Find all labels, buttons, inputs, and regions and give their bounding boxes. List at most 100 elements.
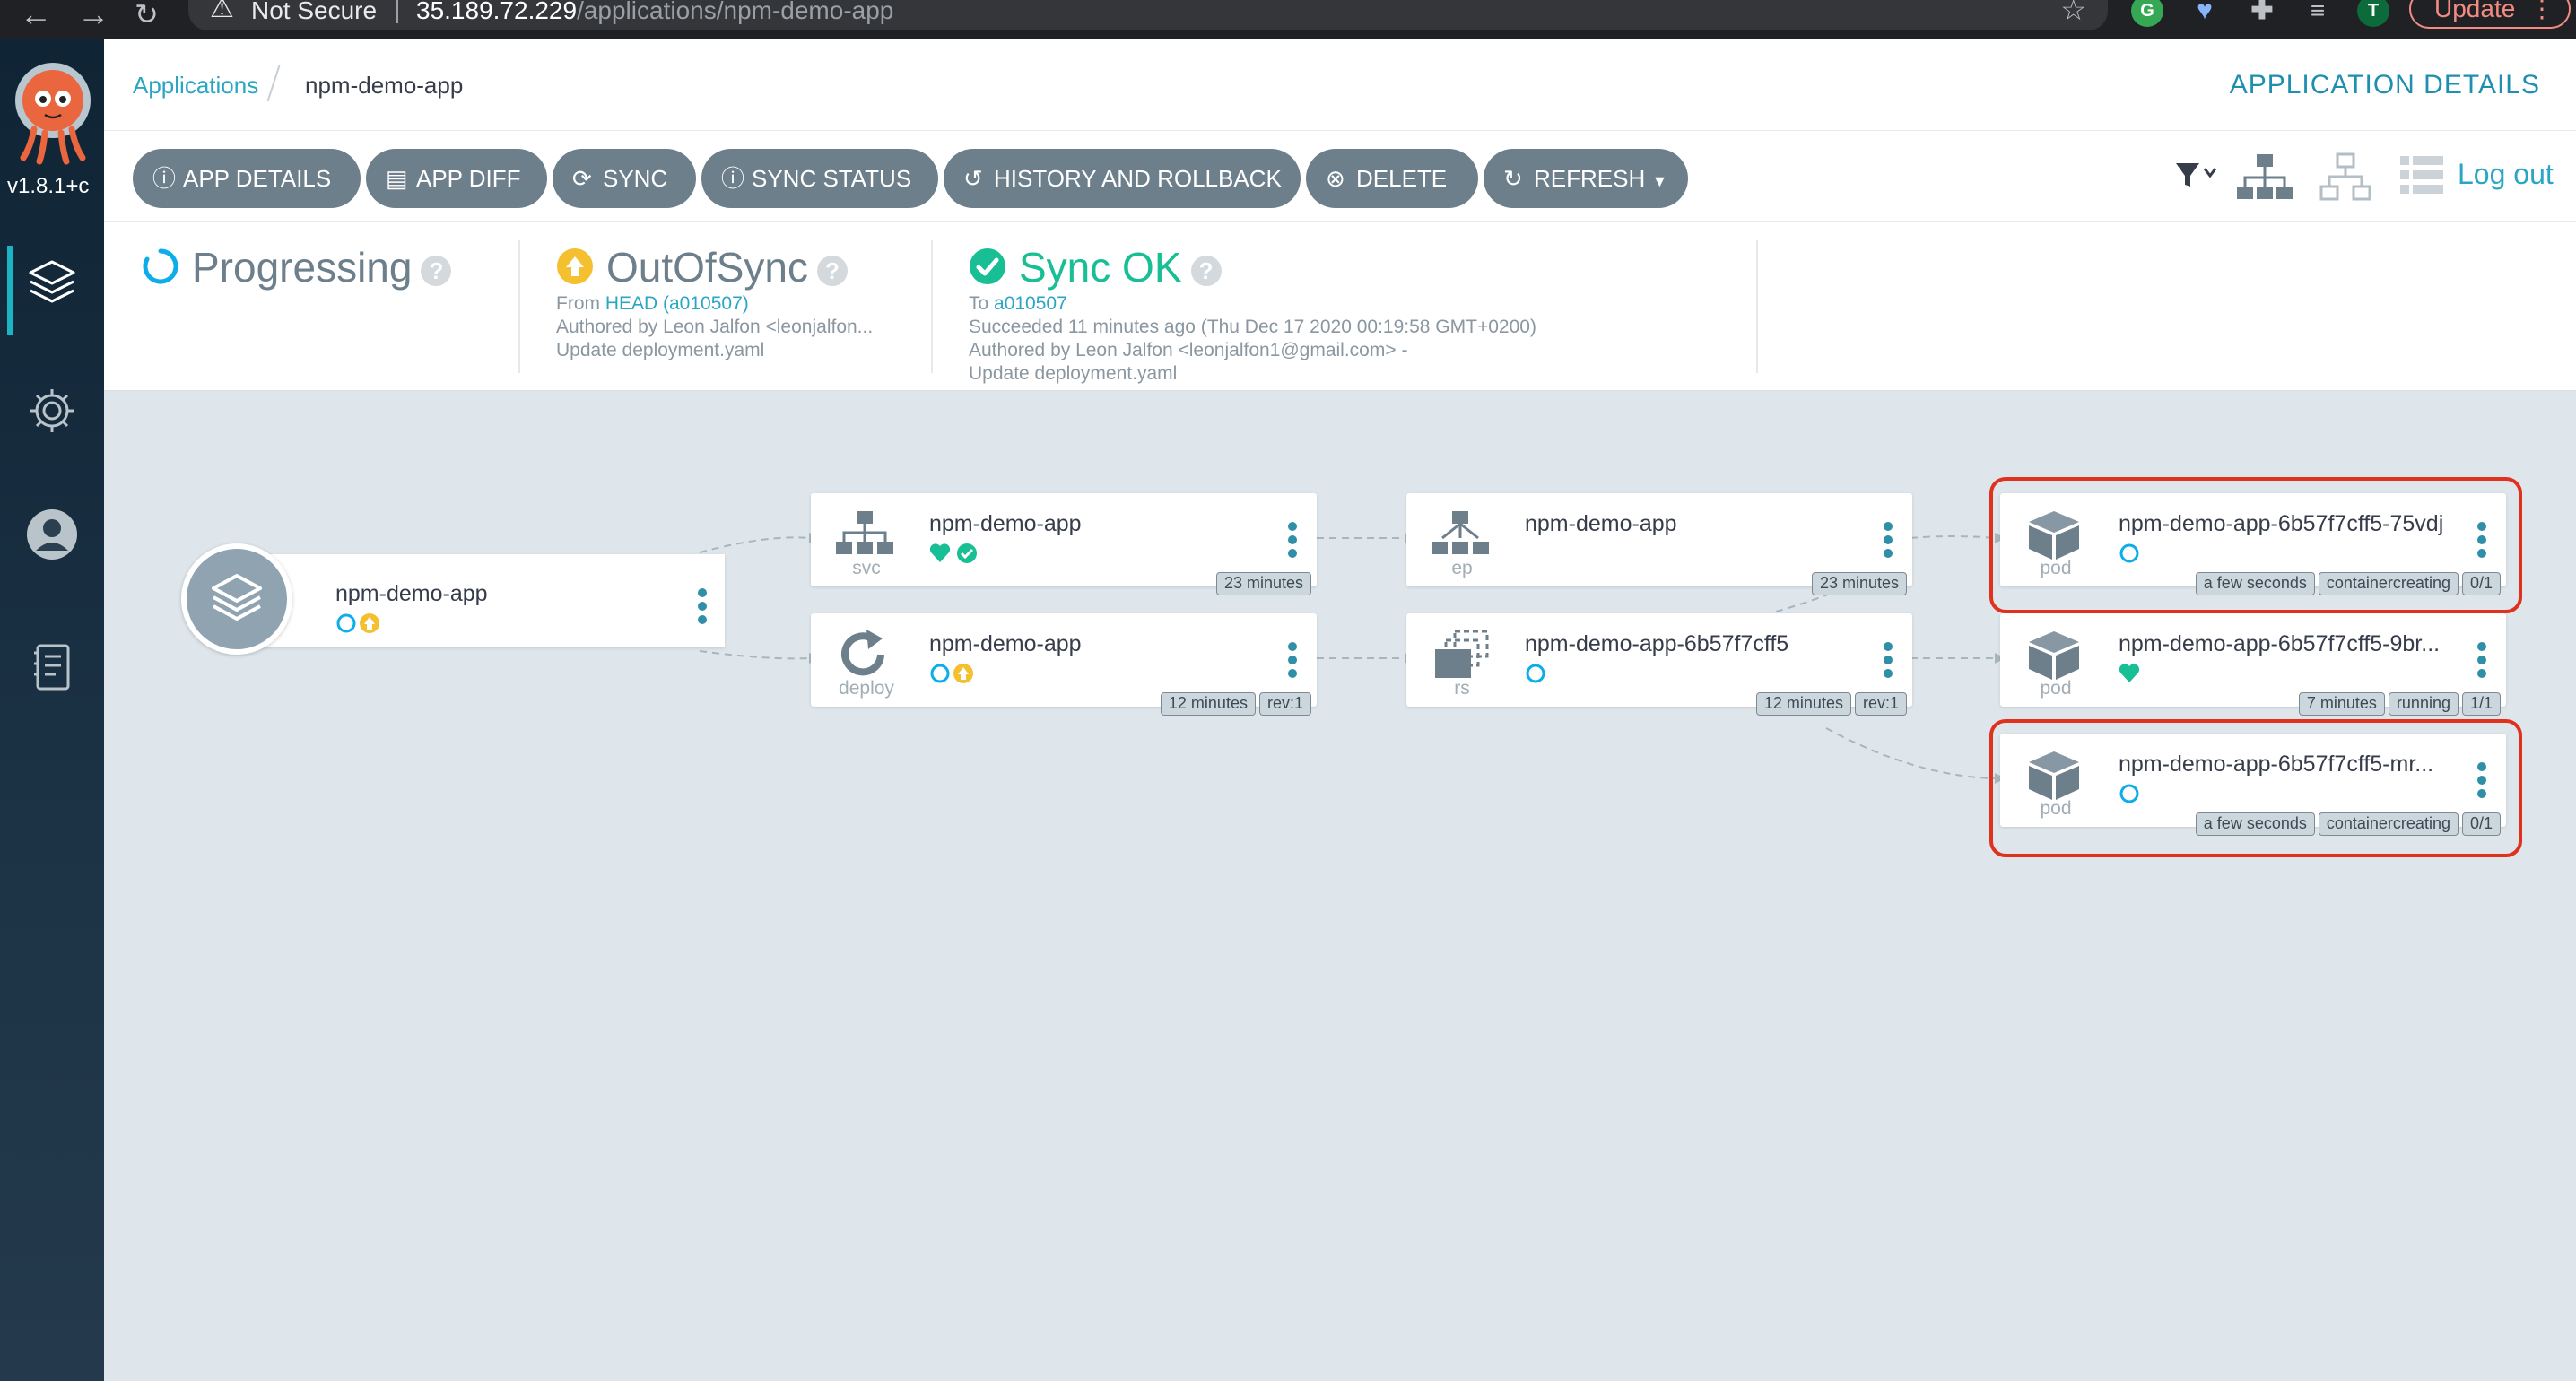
bookmark-star-icon[interactable]: ☆ [2060,0,2086,27]
settings-gears-icon[interactable] [25,384,79,438]
forward-arrow-icon[interactable]: → [77,0,109,34]
sync-revision: From HEAD (a010507) [556,293,749,314]
node-menu-icon[interactable] [1288,522,1297,562]
tree-view-icon[interactable] [2235,152,2294,203]
action-toolbar: ⓘ APP DETAILS ▤ APP DIFF ⟳ SYNC ⓘ SYNC STATU… [104,131,2576,222]
progressing-spinner-icon [143,248,178,284]
application-node[interactable]: npm-demo-app [181,543,725,655]
breadcrumb-applications-link[interactable]: Applications [133,72,258,100]
logout-link[interactable]: Log out [2458,158,2554,191]
redo-icon: ↻ [1503,165,1523,192]
operation-result: Succeeded 11 minutes ago (Thu Dec 17 202… [969,317,1536,337]
help-icon[interactable]: ? [816,255,848,286]
back-arrow-icon[interactable]: ← [20,0,52,34]
node-name: npm-demo-app [1525,511,1677,536]
page-header: Applications npm-demo-app APPLICATION DE… [104,39,2576,131]
grammarly-extension-icon[interactable]: G [2131,0,2163,27]
operation-author: Authored by Leon Jalfon <leonjalfon1@gma… [969,340,1408,360]
app-diff-button[interactable]: ▤ APP DIFF [366,149,547,208]
application-node-name: npm-demo-app [335,581,488,606]
deployment-icon [841,630,884,676]
sync-status-title: OutOfSync [606,244,808,291]
status-divider [1756,240,1758,373]
highlight-annotation [1989,477,2522,613]
sync-author: Authored by Leon Jalfon <leonjalfon... [556,317,874,337]
node-menu-icon[interactable] [1884,522,1893,562]
node-menu-icon[interactable] [1288,642,1297,682]
extensions-puzzle-icon[interactable]: ✚ [2246,0,2278,27]
refresh-button[interactable]: ↻ REFRESH ▼ [1484,149,1688,208]
applications-layers-icon[interactable] [25,255,79,308]
application-layers-icon [181,543,292,655]
resource-tree-graph: npm-demo-app svc npm-demo-app 23 minutes… [104,391,2576,1381]
node-kind: pod [2040,678,2072,699]
operation-revision: To a010507 [969,293,1067,314]
sync-status-button[interactable]: ⓘ SYNC STATUS [701,149,938,208]
node-name: npm-demo-app [929,631,1082,656]
help-icon[interactable]: ? [1190,255,1222,286]
highlight-annotation [1989,719,2522,857]
node-menu-icon[interactable] [698,588,707,624]
url-text[interactable]: 35.189.72.229/applications/npm-demo-app [416,0,893,25]
sync-commit-message: Update deployment.yaml [556,340,765,360]
service-icon [836,511,893,554]
info-circle-icon: ⓘ [152,165,177,192]
delete-button[interactable]: ⊗ DELETE [1306,149,1478,208]
status-panel: Progressing? OutOfSync? From HEAD (a0105… [104,222,2576,391]
sync-button[interactable]: ⟳ SYNC [553,149,696,208]
app-details-button[interactable]: ⓘ APP DETAILS [133,149,361,208]
media-queue-icon[interactable]: ≡ [2302,0,2334,27]
resource-node-deploy[interactable]: deploy npm-demo-app 12 minutes rev:1 [811,613,1317,716]
resource-node-rs[interactable]: rs npm-demo-app-6b57f7cff5 12 minutes rev… [1406,613,1912,716]
node-name: npm-demo-app-6b57f7cff5-9br... [2119,631,2441,656]
profile-avatar[interactable]: T [2357,0,2389,27]
check-circle-icon [970,248,1005,284]
progressing-outsync-icons [336,613,379,633]
status-divider [931,240,933,373]
list-view-icon[interactable] [2398,152,2445,197]
filter-icon[interactable] [2172,152,2223,199]
node-name: npm-demo-app [929,511,1082,536]
caret-down-icon: ▼ [1651,172,1668,190]
node-kind: ep [1451,558,1473,578]
times-circle-icon: ⊗ [1326,165,1345,192]
active-nav-indicator [7,246,13,335]
history-icon: ↺ [963,165,983,192]
app-version: v1.8.1+c [7,174,90,198]
node-kind: rs [1454,678,1470,699]
network-view-icon[interactable] [2318,152,2373,203]
endpoints-icon [1432,511,1489,554]
kebab-menu-icon: ⋮ [2529,0,2554,22]
sync-icon: ⟳ [572,165,592,192]
vpn-extension-icon[interactable]: ♥ [2189,0,2221,27]
application-card[interactable]: npm-demo-app [235,554,725,647]
operation-status-title: Sync OK [1019,244,1182,291]
node-tags: 23 minutes [1213,572,1311,595]
browser-update-button[interactable]: Update ⋮ [2409,0,2571,29]
node-tags: 23 minutes [1808,572,1907,595]
user-avatar-icon[interactable] [25,508,79,561]
history-rollback-button[interactable]: ↺ HISTORY AND ROLLBACK [944,149,1301,208]
operation-revision-link[interactable]: a010507 [994,293,1067,314]
help-icon[interactable]: ? [421,255,452,286]
node-tags: 12 minutes rev:1 [1157,692,1311,716]
file-diff-icon: ▤ [386,165,408,192]
browser-toolbar: ← → ↻ ⚠ Not Secure 35.189.72.229/applica… [0,0,2576,39]
application-node-status [335,612,386,639]
breadcrumb-separator [266,65,281,102]
resource-node-svc[interactable]: svc npm-demo-app 23 minutes [811,493,1317,595]
healthy-synced-icons [929,543,977,563]
address-bar[interactable]: ⚠ Not Secure 35.189.72.229/applications/… [188,0,2108,30]
docs-notebook-icon[interactable] [25,640,79,694]
argo-logo-icon[interactable] [11,57,95,165]
breadcrumb-current: npm-demo-app [305,72,464,99]
node-menu-icon[interactable] [1884,642,1893,682]
resource-node-ep[interactable]: ep npm-demo-app 23 minutes [1406,493,1912,595]
node-tags: 7 minutes running 1/1 [2295,692,2501,716]
resource-node-pod[interactable]: pod npm-demo-app-6b57f7cff5-9br... 7 min… [2000,613,2506,716]
address-separator [396,0,398,23]
progressing-icon [1526,664,1545,683]
sync-revision-link[interactable]: HEAD (a010507) [605,293,749,314]
reload-icon[interactable]: ↻ [135,0,159,34]
node-menu-icon[interactable] [2477,642,2486,682]
